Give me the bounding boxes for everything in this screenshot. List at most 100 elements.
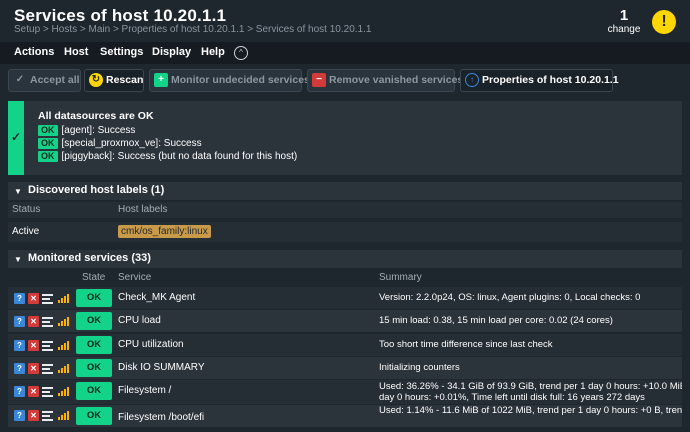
pending-changes[interactable]: 1 change bbox=[604, 7, 644, 35]
menu-lines-icon[interactable] bbox=[42, 316, 53, 327]
close-icon[interactable]: ✕ bbox=[28, 386, 39, 397]
bar-chart-icon[interactable] bbox=[58, 340, 69, 351]
menu-bar: Actions Host Settings Display Help ^ bbox=[0, 42, 690, 64]
close-icon[interactable]: ✕ bbox=[28, 293, 39, 304]
ok-badge: OK bbox=[38, 138, 58, 149]
plus-icon: + bbox=[154, 73, 168, 87]
datasource-text: [piggyback]: Success (but no data found … bbox=[61, 151, 298, 162]
collapse-triangle-icon[interactable]: ▼ bbox=[14, 187, 22, 196]
host-labels-table: Status Host labels Active cmk/os_family:… bbox=[8, 202, 682, 242]
bar-chart-icon[interactable] bbox=[58, 316, 69, 327]
minus-icon: − bbox=[312, 73, 326, 87]
rescan-button[interactable]: ↻ Rescan bbox=[84, 69, 144, 92]
service-name[interactable]: CPU load bbox=[118, 315, 161, 326]
status-stripe: ✓ bbox=[8, 101, 24, 175]
service-summary: Version: 2.2.0p24, OS: linux, Agent plug… bbox=[379, 292, 641, 303]
column-host-labels: Host labels bbox=[118, 204, 168, 215]
menu-host[interactable]: Host bbox=[64, 46, 88, 58]
service-name[interactable]: CPU utilization bbox=[118, 339, 184, 350]
help-icon[interactable]: ? bbox=[14, 340, 25, 351]
change-count[interactable]: 1 bbox=[604, 7, 644, 24]
service-name[interactable]: Filesystem / bbox=[118, 385, 171, 396]
column-state: State bbox=[82, 272, 106, 283]
service-summary: Used: 1.14% - 11.6 MiB of 1022 MiB, tren… bbox=[379, 405, 682, 416]
table-row: ? ✕ OK Filesystem /boot/efi Used: 1.14% - 11… bbox=[8, 405, 682, 427]
column-service: Service bbox=[118, 272, 152, 283]
monitor-undecided-label: Monitor undecided services bbox=[171, 74, 310, 86]
menu-settings[interactable]: Settings bbox=[100, 46, 143, 58]
datasource-text: [special_proxmox_ve]: Success bbox=[61, 138, 202, 149]
datasource-title: All datasources are OK bbox=[38, 110, 154, 122]
table-row: ? ✕ OK Filesystem / Used: 36.26% - 34.1 GiB … bbox=[8, 380, 682, 404]
breadcrumb[interactable]: Setup > Hosts > Main > Properties of hos… bbox=[14, 24, 371, 35]
service-name[interactable]: Check_MK Agent bbox=[118, 292, 195, 303]
menu-help[interactable]: Help bbox=[201, 46, 225, 58]
table-row: ? ✕ OK Check_MK Agent Version: 2.2.0p24, OS:… bbox=[8, 287, 682, 309]
menu-lines-icon[interactable] bbox=[42, 293, 53, 304]
bar-chart-icon[interactable] bbox=[58, 293, 69, 304]
checkmark-icon: ✓ bbox=[10, 130, 22, 144]
accept-all-button[interactable]: ✓ Accept all bbox=[8, 69, 81, 92]
menu-lines-icon[interactable] bbox=[42, 410, 53, 421]
column-status: Status bbox=[12, 204, 41, 215]
table-row: ? ✕ OK CPU utilization Too short time differ… bbox=[8, 334, 682, 356]
table-row: ? ✕ OK Disk IO SUMMARY Initializing counters bbox=[8, 357, 682, 379]
close-icon[interactable]: ✕ bbox=[28, 410, 39, 421]
state-badge: OK bbox=[76, 359, 112, 377]
column-summary: Summary bbox=[379, 272, 422, 283]
close-icon[interactable]: ✕ bbox=[28, 363, 39, 374]
menu-lines-icon[interactable] bbox=[42, 340, 53, 351]
table-header: Status Host labels bbox=[8, 202, 682, 218]
change-label[interactable]: change bbox=[604, 24, 644, 35]
help-icon[interactable]: ? bbox=[14, 386, 25, 397]
checkmark-icon: ✓ bbox=[15, 74, 25, 85]
warning-icon[interactable]: ! bbox=[652, 10, 676, 34]
page-title: Services of host 10.20.1.1 bbox=[14, 6, 227, 25]
help-icon[interactable]: ? bbox=[14, 363, 25, 374]
section-title: Monitored services (33) bbox=[28, 252, 151, 264]
close-icon[interactable]: ✕ bbox=[28, 316, 39, 327]
datasource-status: ✓ All datasources are OK OK [agent]: Succ… bbox=[8, 101, 682, 175]
menu-lines-icon[interactable] bbox=[42, 386, 53, 397]
help-icon[interactable]: ? bbox=[14, 410, 25, 421]
table-row: Active cmk/os_family:linux bbox=[8, 222, 682, 242]
host-properties-label: Properties of host 10.20.1.1 bbox=[482, 74, 619, 86]
monitored-services-section-header[interactable]: ▼ Monitored services (33) bbox=[8, 250, 682, 268]
menu-lines-icon[interactable] bbox=[42, 363, 53, 374]
bar-chart-icon[interactable] bbox=[58, 363, 69, 374]
service-name[interactable]: Disk IO SUMMARY bbox=[118, 362, 205, 373]
service-summary: Too short time difference since last che… bbox=[379, 339, 553, 350]
title-bar: Services of host 10.20.1.1 Setup > Hosts… bbox=[0, 0, 690, 40]
host-label-chip[interactable]: cmk/os_family:linux bbox=[118, 225, 211, 238]
ok-badge: OK bbox=[38, 125, 58, 136]
host-properties-button[interactable]: ↑ Properties of host 10.20.1.1 bbox=[460, 69, 619, 92]
state-badge: OK bbox=[76, 382, 112, 400]
arrow-up-icon: ↑ bbox=[465, 73, 479, 87]
service-summary: Initializing counters bbox=[379, 362, 460, 373]
menu-actions[interactable]: Actions bbox=[14, 46, 54, 58]
menu-display[interactable]: Display bbox=[152, 46, 191, 58]
accept-all-label: Accept all bbox=[30, 74, 80, 86]
help-icon[interactable]: ? bbox=[14, 293, 25, 304]
host-labels-section-header[interactable]: ▼ Discovered host labels (1) bbox=[8, 182, 682, 200]
bar-chart-icon[interactable] bbox=[58, 386, 69, 397]
datasource-text: [agent]: Success bbox=[61, 125, 136, 136]
label-status: Active bbox=[12, 226, 40, 237]
close-icon[interactable]: ✕ bbox=[28, 340, 39, 351]
state-badge: OK bbox=[76, 312, 112, 330]
services-table-header: State Service Summary bbox=[8, 270, 682, 286]
refresh-icon: ↻ bbox=[89, 73, 103, 87]
monitor-undecided-button[interactable]: + Monitor undecided services bbox=[149, 69, 310, 92]
state-badge: OK bbox=[76, 407, 112, 425]
remove-vanished-button[interactable]: − Remove vanished services bbox=[307, 69, 463, 92]
collapse-triangle-icon[interactable]: ▼ bbox=[14, 255, 22, 264]
service-summary: Used: 36.26% - 34.1 GiB of 93.9 GiB, tre… bbox=[379, 381, 682, 403]
service-summary: 15 min load: 0.38, 15 min load per core:… bbox=[379, 315, 613, 326]
chevron-up-icon[interactable]: ^ bbox=[234, 46, 248, 60]
state-badge: OK bbox=[76, 289, 112, 307]
service-name[interactable]: Filesystem /boot/efi bbox=[118, 412, 204, 423]
table-row: ? ✕ OK CPU load 15 min load: 0.38, 15 min lo… bbox=[8, 310, 682, 332]
help-icon[interactable]: ? bbox=[14, 316, 25, 327]
rescan-label: Rescan bbox=[106, 74, 144, 86]
bar-chart-icon[interactable] bbox=[58, 410, 69, 421]
